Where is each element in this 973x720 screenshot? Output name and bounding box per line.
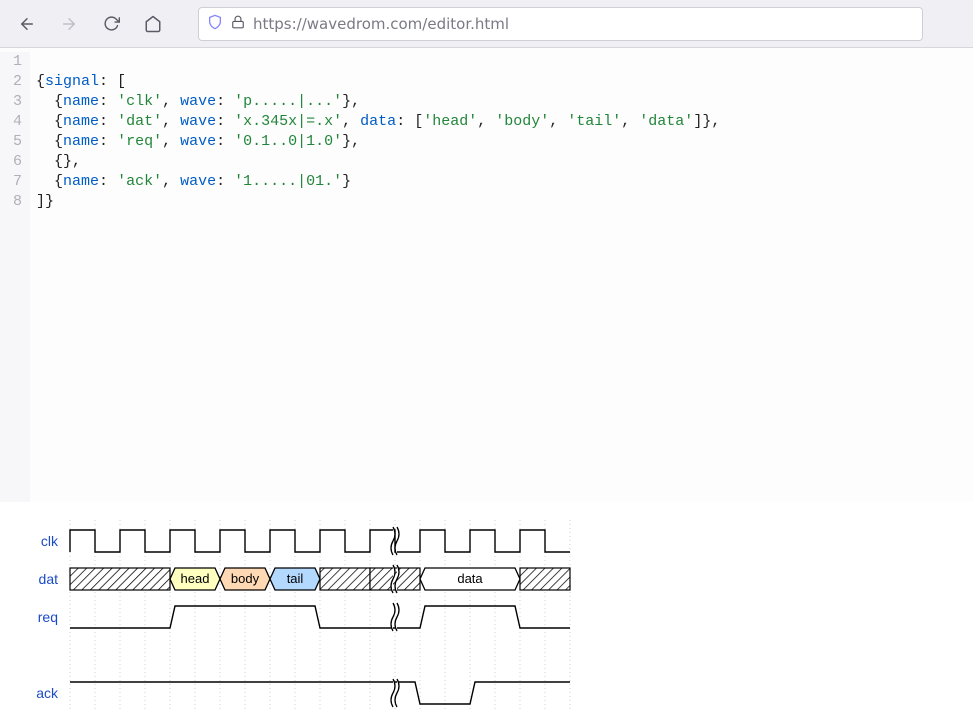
signal-name-dat: dat [39, 571, 59, 587]
url-text: https://wavedrom.com/editor.html [253, 15, 509, 33]
forward-button[interactable] [52, 8, 86, 40]
waveform-svg: clk dat req ack head body tail data [0, 510, 580, 720]
code-content[interactable]: {signal: [ {name: 'clk', wave: 'p.....|.… [30, 52, 720, 502]
bus-label-tail: tail [287, 571, 304, 586]
signal-name-ack: ack [36, 685, 59, 701]
code-editor[interactable]: 12345678 {signal: [ {name: 'clk', wave: … [0, 48, 973, 502]
bus-label-body: body [231, 571, 260, 586]
bus-label-data: data [457, 571, 483, 586]
signal-name-clk: clk [41, 533, 59, 549]
home-button[interactable] [136, 8, 170, 40]
back-button[interactable] [10, 8, 44, 40]
reload-button[interactable] [94, 8, 128, 40]
browser-toolbar: https://wavedrom.com/editor.html [0, 0, 973, 48]
lock-icon [231, 15, 245, 33]
waveform-panel: clk dat req ack head body tail data [0, 502, 973, 720]
shield-icon [207, 14, 223, 34]
bus-label-head: head [181, 571, 210, 586]
line-gutter: 12345678 [0, 52, 30, 502]
address-bar[interactable]: https://wavedrom.com/editor.html [198, 7, 923, 41]
signal-name-req: req [38, 609, 58, 625]
